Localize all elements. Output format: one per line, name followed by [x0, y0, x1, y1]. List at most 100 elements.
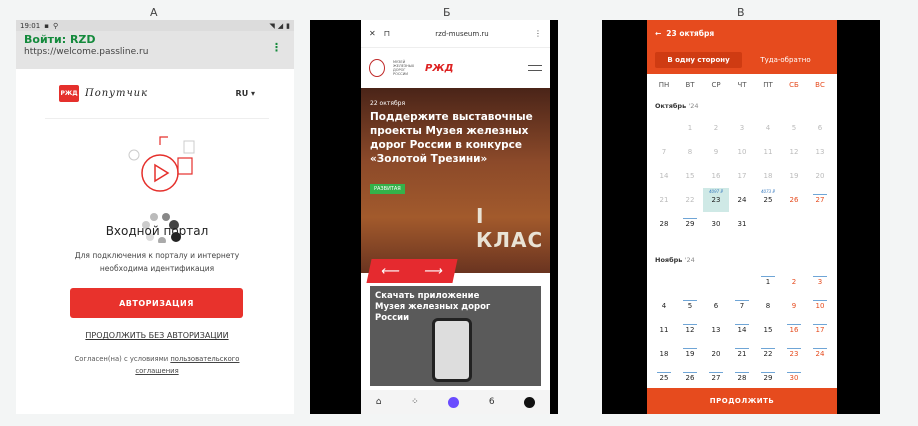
- calendar-row: 25 26 27 28 29 30: [647, 366, 837, 390]
- day-cell[interactable]: 19: [781, 164, 807, 188]
- day-cell[interactable]: 28: [651, 212, 677, 236]
- day-number: 17: [737, 172, 747, 180]
- day-cell[interactable]: 24: [729, 188, 755, 212]
- day-cell[interactable]: 11: [755, 140, 781, 164]
- day-cell[interactable]: 30: [781, 366, 807, 390]
- day-cell[interactable]: 7: [729, 294, 755, 318]
- day-cell[interactable]: 24: [807, 342, 833, 366]
- language-select[interactable]: RU ▾: [236, 89, 255, 98]
- day-cell[interactable]: 3: [807, 270, 833, 294]
- day-cell[interactable]: 23: [781, 342, 807, 366]
- museum-logo-icon[interactable]: [369, 59, 385, 77]
- day-cell[interactable]: 22: [755, 342, 781, 366]
- selected-date-title: 23 октября: [666, 28, 715, 38]
- panel-a-screen: 19:01 ▪ ⚲ ◥ ◢ ▮ Войти: RZD https://welcome…: [16, 20, 294, 414]
- calendar-row: 14 15 16 17 18 19 20: [647, 164, 837, 188]
- day-cell[interactable]: 30: [703, 212, 729, 236]
- day-number: 13: [711, 326, 721, 334]
- day-cell[interactable]: 4: [651, 294, 677, 318]
- day-cell[interactable]: 23 4097 ₽: [703, 188, 729, 212]
- empty-cell: [807, 212, 833, 236]
- day-cell[interactable]: 7: [651, 140, 677, 164]
- day-cell[interactable]: 31: [729, 212, 755, 236]
- home-icon[interactable]: ⌂: [376, 397, 382, 407]
- day-cell[interactable]: 8: [755, 294, 781, 318]
- availability-mark: [683, 300, 697, 301]
- day-cell[interactable]: 10: [729, 140, 755, 164]
- day-cell[interactable]: 8: [677, 140, 703, 164]
- day-number: 19: [685, 350, 695, 358]
- day-number: 18: [763, 172, 773, 180]
- day-number: 11: [763, 148, 773, 156]
- day-cell[interactable]: 18: [755, 164, 781, 188]
- arrow-right-icon[interactable]: ⟶: [423, 264, 445, 279]
- continue-button[interactable]: ПРОДОЛЖИТЬ: [647, 388, 837, 414]
- day-cell[interactable]: 9: [781, 294, 807, 318]
- tab-one-way[interactable]: В одну сторону: [655, 52, 742, 68]
- url-text[interactable]: rzd-museum.ru: [398, 30, 526, 38]
- day-cell[interactable]: 6: [807, 116, 833, 140]
- rzd-logo[interactable]: РЖД: [425, 63, 453, 74]
- day-cell[interactable]: 27: [703, 366, 729, 390]
- day-cell[interactable]: 20: [703, 342, 729, 366]
- day-cell[interactable]: 16: [781, 318, 807, 342]
- tab-round-trip[interactable]: Туда-обратно: [742, 52, 829, 68]
- day-cell[interactable]: 27: [807, 188, 833, 212]
- day-cell[interactable]: 4: [755, 116, 781, 140]
- day-cell[interactable]: 14: [651, 164, 677, 188]
- auth-button[interactable]: АВТОРИЗАЦИЯ: [70, 288, 243, 318]
- day-cell[interactable]: 1: [755, 270, 781, 294]
- day-cell[interactable]: 13: [807, 140, 833, 164]
- day-cell[interactable]: 20: [807, 164, 833, 188]
- day-cell[interactable]: 22: [677, 188, 703, 212]
- day-cell[interactable]: 21: [729, 342, 755, 366]
- day-cell[interactable]: 5: [781, 116, 807, 140]
- app-promo-card[interactable]: Скачать приложение Музея железных дорог …: [370, 286, 541, 386]
- hero-banner[interactable]: 22 октября Поддержите выставочные проект…: [361, 88, 550, 273]
- availability-mark: [683, 218, 697, 219]
- day-cell[interactable]: 13: [703, 318, 729, 342]
- kebab-menu-icon[interactable]: ⋮: [534, 29, 542, 38]
- day-cell[interactable]: 2: [781, 270, 807, 294]
- grid-icon[interactable]: ⁘: [411, 397, 419, 407]
- empty-cell: [729, 270, 755, 294]
- profile-icon[interactable]: [524, 396, 536, 408]
- day-cell[interactable]: 2: [703, 116, 729, 140]
- day-cell[interactable]: 19: [677, 342, 703, 366]
- day-cell[interactable]: 21: [651, 188, 677, 212]
- day-cell[interactable]: 9: [703, 140, 729, 164]
- day-cell[interactable]: 17: [807, 318, 833, 342]
- day-cell[interactable]: 28: [729, 366, 755, 390]
- day-cell[interactable]: 10: [807, 294, 833, 318]
- tabs-count-icon[interactable]: 6: [489, 397, 495, 407]
- back-arrow-icon[interactable]: ←: [655, 29, 661, 38]
- day-cell[interactable]: 1: [677, 116, 703, 140]
- day-cell[interactable]: 14: [729, 318, 755, 342]
- arrow-left-icon[interactable]: ⟵: [380, 264, 402, 279]
- day-cell[interactable]: 5: [677, 294, 703, 318]
- alice-assistant-icon[interactable]: [448, 396, 460, 408]
- day-cell[interactable]: 6: [703, 294, 729, 318]
- day-cell[interactable]: 11: [651, 318, 677, 342]
- day-cell[interactable]: 16: [703, 164, 729, 188]
- day-cell[interactable]: 29: [677, 212, 703, 236]
- day-cell[interactable]: 3: [729, 116, 755, 140]
- day-cell[interactable]: 26: [781, 188, 807, 212]
- day-cell[interactable]: 29: [755, 366, 781, 390]
- day-cell[interactable]: 25 4073 ₽: [755, 188, 781, 212]
- day-cell[interactable]: 12: [781, 140, 807, 164]
- day-cell[interactable]: 26: [677, 366, 703, 390]
- day-cell[interactable]: 15: [755, 318, 781, 342]
- day-number: 26: [789, 196, 799, 204]
- bookmark-icon[interactable]: ⊓: [384, 29, 390, 38]
- hamburger-menu-icon[interactable]: [528, 65, 542, 71]
- skip-auth-link[interactable]: ПРОДОЛЖИТЬ БЕЗ АВТОРИЗАЦИИ: [45, 331, 269, 340]
- kebab-menu-icon[interactable]: ⋮: [271, 41, 282, 54]
- day-cell[interactable]: 12: [677, 318, 703, 342]
- month-name: Октябрь: [655, 102, 687, 110]
- day-cell[interactable]: 17: [729, 164, 755, 188]
- day-cell[interactable]: 18: [651, 342, 677, 366]
- day-cell[interactable]: 25: [651, 366, 677, 390]
- close-icon[interactable]: ✕: [369, 29, 376, 38]
- day-cell[interactable]: 15: [677, 164, 703, 188]
